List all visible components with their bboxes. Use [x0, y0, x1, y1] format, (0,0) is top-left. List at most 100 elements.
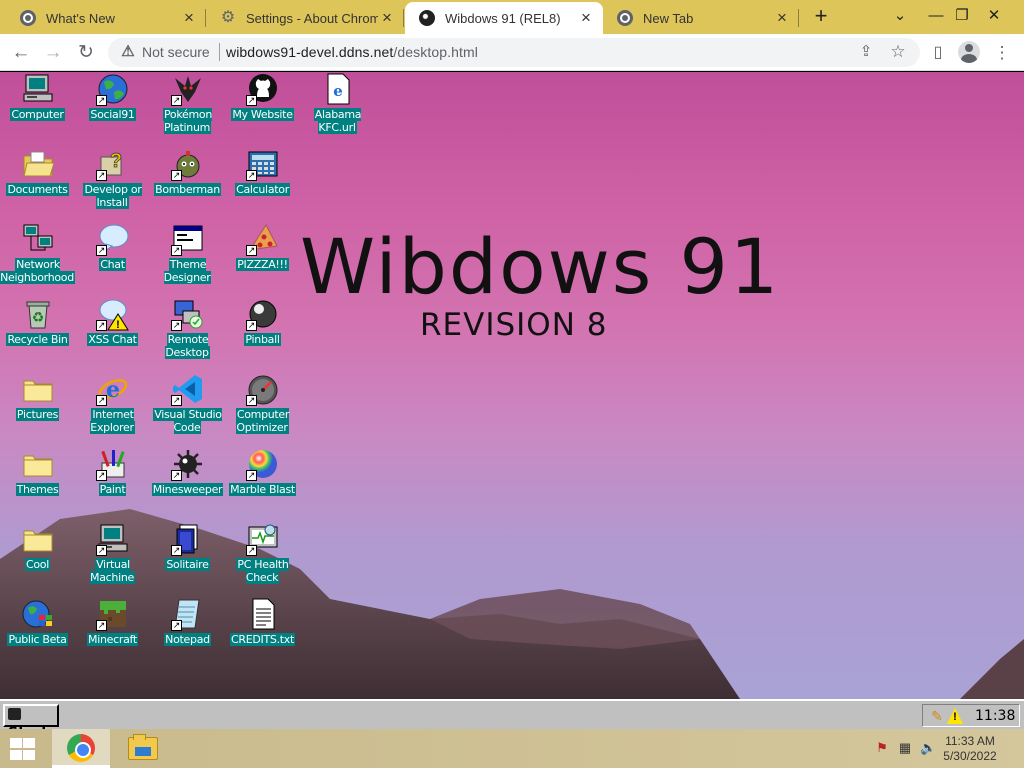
close-window-button[interactable]: ✕	[974, 0, 1014, 34]
address-bar[interactable]: ⚠ Not secure wibdows91-devel.ddns.net/de…	[108, 38, 920, 67]
warning-icon[interactable]: ⚠	[120, 44, 136, 60]
desktop-icon-documents[interactable]: Documents	[0, 147, 75, 222]
profile-avatar[interactable]	[958, 41, 980, 63]
desktop-icon-virtual-machine[interactable]: ↗ Virtual Machine	[75, 522, 150, 597]
desktop-icon-my-website[interactable]: ↗ My Website	[225, 72, 300, 147]
w91-taskbar: Start ✎ ! 11:38	[0, 699, 1024, 741]
icon-label-text: Alabama KFC.url	[313, 108, 362, 134]
svg-text:!: !	[116, 319, 120, 331]
desktop-icon-public-beta[interactable]: Public Beta	[0, 597, 75, 672]
shortcut-arrow-icon: ↗	[171, 170, 182, 181]
desktop-icon-label: Develop or Install	[73, 183, 152, 209]
shortcut-arrow-icon: ↗	[246, 95, 257, 106]
close-icon[interactable]: ×	[180, 9, 198, 27]
warning-icon[interactable]: !	[947, 708, 963, 724]
desktop-icon-solitaire[interactable]: ↗ Solitaire	[150, 522, 225, 597]
text-icon	[246, 597, 280, 631]
recycle-icon: ♻	[21, 297, 55, 331]
shortcut-arrow-icon: ↗	[96, 545, 107, 556]
shortcut-arrow-icon: ↗	[246, 320, 257, 331]
desktop-icon-theme-designer[interactable]: ↗ Theme Designer	[150, 222, 225, 297]
chrome-icon	[20, 10, 36, 26]
icon-label-text: Marble Blast	[229, 483, 296, 496]
share-icon[interactable]: ⇪	[856, 42, 876, 62]
taskbar-file-explorer[interactable]	[114, 729, 172, 768]
desktop-icon-label: Bomberman	[150, 183, 225, 196]
url-text[interactable]: wibdows91-devel.ddns.net/desktop.html	[226, 44, 478, 60]
desktop-icon-bomberman[interactable]: ↗ Bomberman	[150, 147, 225, 222]
tab-settings[interactable]: ⚙ Settings - About Chrome ×	[206, 2, 404, 34]
close-icon[interactable]: ×	[773, 9, 791, 27]
desktop-icon-computer-optimizer[interactable]: ↗ Computer Optimizer	[225, 372, 300, 447]
start-button[interactable]: Start	[3, 704, 59, 741]
desktop-icon-marble-blast[interactable]: ↗ Marble Blast	[225, 447, 300, 522]
icon-label-text: Computer Optimizer	[235, 408, 290, 434]
icon-label-text: PIZZZA!!!	[236, 258, 289, 271]
desktop-icon-network-neighborhood[interactable]: Network Neighborhood	[0, 222, 75, 297]
desktop-icon-pok-mon-platinum[interactable]: ↗ Pokémon Platinum	[150, 72, 225, 147]
close-icon[interactable]: ×	[577, 9, 595, 27]
side-panel-icon[interactable]: ▯	[926, 41, 950, 65]
icon-label-text: Solitaire	[165, 558, 210, 571]
desktop-icon-label: XSS Chat	[75, 333, 150, 346]
desktop-icon-computer[interactable]: Computer	[0, 72, 75, 147]
desktop-icon-credits-txt[interactable]: CREDITS.txt	[225, 597, 300, 672]
tab-new-tab[interactable]: New Tab ×	[603, 2, 799, 34]
desktop-icon-minecraft[interactable]: ↗ Minecraft	[75, 597, 150, 672]
desktop-icon-cool[interactable]: Cool	[0, 522, 75, 597]
desktop-icon-alabama-kfc-url[interactable]: e Alabama KFC.url	[300, 72, 375, 147]
desktop-icon-label: Paint	[75, 483, 150, 496]
pizza-icon: ↗	[246, 222, 280, 256]
desktop-icon-pictures[interactable]: Pictures	[0, 372, 75, 447]
desktop-icon-chat[interactable]: ↗ Chat	[75, 222, 150, 297]
desktop-icon-develop-or-install[interactable]: ? ↗ Develop or Install	[75, 147, 150, 222]
desktop-icon-recycle-bin[interactable]: ♻ Recycle Bin	[0, 297, 75, 372]
shortcut-arrow-icon: ↗	[171, 545, 182, 556]
reload-button[interactable]: ↻	[74, 41, 98, 65]
bookmark-star-icon[interactable]: ☆	[888, 42, 908, 62]
network-icon[interactable]: ▦	[897, 740, 913, 756]
desktop-icon-label: Cool	[0, 558, 75, 571]
shortcut-arrow-icon: ↗	[171, 395, 182, 406]
desktop-icon-xss-chat[interactable]: ! ↗ XSS Chat	[75, 297, 150, 372]
desktop-icon-label: Pictures	[0, 408, 75, 421]
desktop-icon-social91[interactable]: ↗ Social91	[75, 72, 150, 147]
desktop-icon-label: Notepad	[150, 633, 225, 646]
desktop-icon-pinball[interactable]: ↗ Pinball	[225, 297, 300, 372]
taskbar-chrome[interactable]	[52, 729, 110, 768]
desktop-icon-remote-desktop[interactable]: ↗ Remote Desktop	[150, 297, 225, 372]
w91-clock[interactable]: 11:38	[975, 708, 1015, 724]
desktop-icon-visual-studio-code[interactable]: ↗ Visual Studio Code	[150, 372, 225, 447]
bubble-warn-icon: ! ↗	[96, 297, 130, 331]
tab-search-button[interactable]: ⌄	[880, 0, 920, 34]
desktop-icon-minesweeper[interactable]: ↗ Minesweeper	[150, 447, 225, 522]
tab-whats-new[interactable]: What's New ×	[6, 2, 206, 34]
desktop-icon-pc-health-check[interactable]: ↗ PC Health Check	[225, 522, 300, 597]
shortcut-arrow-icon: ↗	[171, 620, 182, 631]
pencil-icon[interactable]: ✎	[929, 708, 945, 724]
security-label[interactable]: Not secure	[142, 44, 210, 60]
desktop-icon-themes[interactable]: Themes	[0, 447, 75, 522]
host-clock[interactable]: 11:33 AM 5/30/2022	[930, 734, 1010, 764]
folder-icon	[21, 522, 55, 556]
shortcut-arrow-icon: ↗	[246, 170, 257, 181]
desktop-icon-paint[interactable]: ↗ Paint	[75, 447, 150, 522]
menu-icon[interactable]: ⋮	[990, 41, 1014, 65]
new-tab-button[interactable]: +	[810, 5, 832, 28]
icon-label-text: Theme Designer	[163, 258, 212, 284]
flag-icon[interactable]: ⚑	[874, 740, 890, 756]
desktop-icon-internet-explorer[interactable]: e ↗ Internet Explorer	[75, 372, 150, 447]
tab-title: New Tab	[643, 10, 694, 26]
windows-start-icon[interactable]	[8, 738, 36, 760]
wibdows-desktop[interactable]: Wibdows 91 REVISION 8 Computer ↗ Social91 ↗…	[0, 72, 1024, 699]
desktop-icon-calculator[interactable]: ↗ Calculator	[225, 147, 300, 222]
desktop-icon-label: Calculator	[225, 183, 300, 196]
tab-wibdows[interactable]: Wibdows 91 (REL8) ×	[405, 2, 603, 34]
desktop-icon-pizzza[interactable]: ↗ PIZZZA!!!	[225, 222, 300, 297]
back-button[interactable]: ←	[9, 41, 33, 65]
close-icon[interactable]: ×	[378, 9, 396, 27]
icon-label-text: XSS Chat	[87, 333, 138, 346]
folder-icon	[128, 734, 158, 760]
desktop-icon-notepad[interactable]: ↗ Notepad	[150, 597, 225, 672]
forward-button[interactable]: →	[41, 41, 65, 65]
